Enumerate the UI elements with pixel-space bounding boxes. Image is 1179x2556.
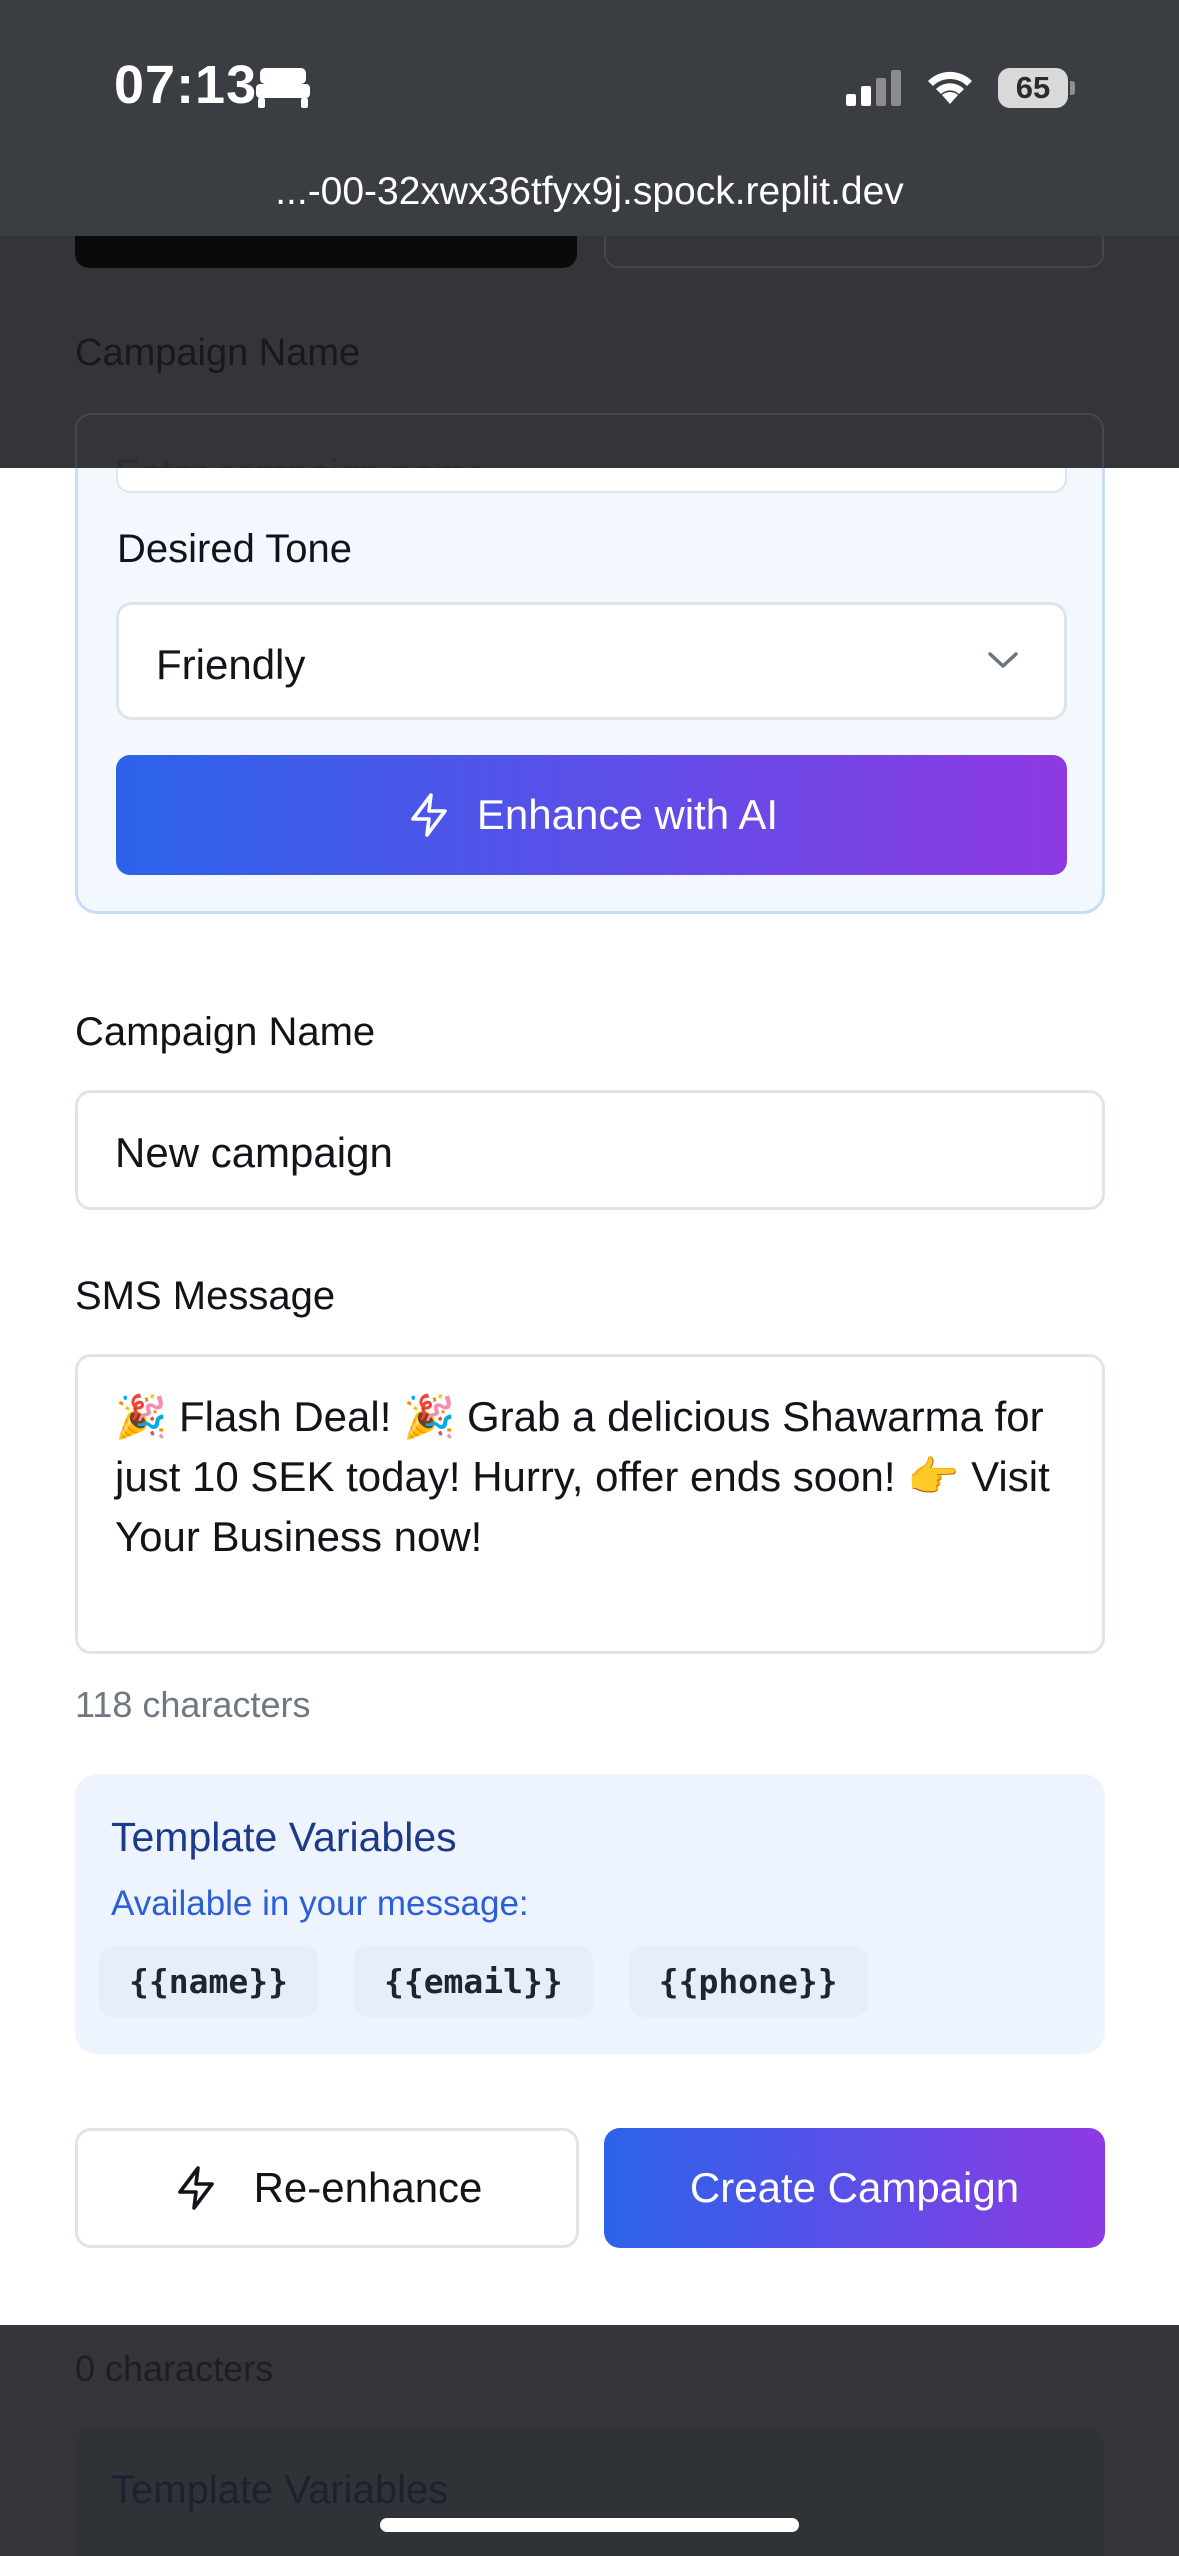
background-button-dark xyxy=(75,236,577,268)
variable-tag-phone[interactable]: {{phone}} xyxy=(628,1946,868,2017)
background-campaign-name-label: Campaign Name xyxy=(75,332,361,374)
battery-icon: 65 xyxy=(998,68,1075,108)
tone-label: Desired Tone xyxy=(117,527,352,571)
sms-message-textarea[interactable]: 🎉 Flash Deal! 🎉 Grab a delicious Shawarm… xyxy=(75,1354,1105,1654)
tone-value: Friendly xyxy=(156,641,306,688)
campaign-name-label: Campaign Name xyxy=(75,1010,376,1054)
prompt-input[interactable] xyxy=(116,468,1067,493)
campaign-name-input[interactable]: New campaign xyxy=(75,1090,1105,1210)
background-template-variables: Template Variables xyxy=(75,2426,1104,2556)
battery-level: 65 xyxy=(1015,70,1051,105)
template-variables-title: Template Variables xyxy=(111,1814,457,1860)
sms-message-value: 🎉 Flash Deal! 🎉 Grab a delicious Shawarm… xyxy=(115,1393,1050,1560)
status-bar: 07:13 65 ...-00-32xwx36tfyx9j.spock.repl… xyxy=(0,0,1179,236)
url-bar[interactable]: ...-00-32xwx36tfyx9j.spock.replit.dev xyxy=(0,170,1179,214)
tone-select[interactable]: Friendly xyxy=(116,602,1067,720)
template-variables-subtitle: Available in your message: xyxy=(111,1884,529,1923)
variable-tag-email[interactable]: {{email}} xyxy=(353,1946,593,2017)
chevron-down-icon xyxy=(988,652,1018,668)
variable-tag-name[interactable]: {{name}} xyxy=(99,1946,318,2017)
background-char-count: 0 characters xyxy=(75,2348,274,2389)
create-campaign-button[interactable]: Create Campaign xyxy=(604,2128,1105,2248)
char-count: 118 characters xyxy=(75,1684,311,1725)
re-enhance-label: Re-enhance xyxy=(253,2164,483,2211)
enhance-label: Enhance with AI xyxy=(476,791,779,838)
enhance-with-ai-button[interactable]: Enhance with AI xyxy=(116,755,1067,875)
background-campaign-name-input: Enter campaign name xyxy=(75,413,1104,473)
sms-message-label: SMS Message xyxy=(75,1274,336,1318)
campaign-name-value: New campaign xyxy=(115,1129,393,1176)
wifi-icon xyxy=(928,71,972,104)
status-time: 07:13 xyxy=(114,55,258,115)
home-indicator[interactable] xyxy=(380,2518,799,2532)
lightning-icon xyxy=(411,793,447,837)
bed-icon xyxy=(256,68,310,108)
background-button-light xyxy=(604,236,1104,268)
signal-icon xyxy=(846,70,901,106)
ai-enhance-panel: Desired Tone Friendly Enhance with AI xyxy=(75,468,1105,914)
lightning-icon xyxy=(177,2166,214,2210)
create-campaign-label: Create Campaign xyxy=(689,2164,1020,2211)
background-template-title: Template Variables xyxy=(111,2468,449,2512)
template-variable-tags: {{name}} {{email}} {{phone}} xyxy=(99,1946,868,2017)
campaign-sheet: Desired Tone Friendly Enhance with AI Ca… xyxy=(0,468,1179,2325)
re-enhance-button[interactable]: Re-enhance xyxy=(75,2128,579,2248)
template-variables-panel: Template Variables Available in your mes… xyxy=(75,1774,1105,2054)
